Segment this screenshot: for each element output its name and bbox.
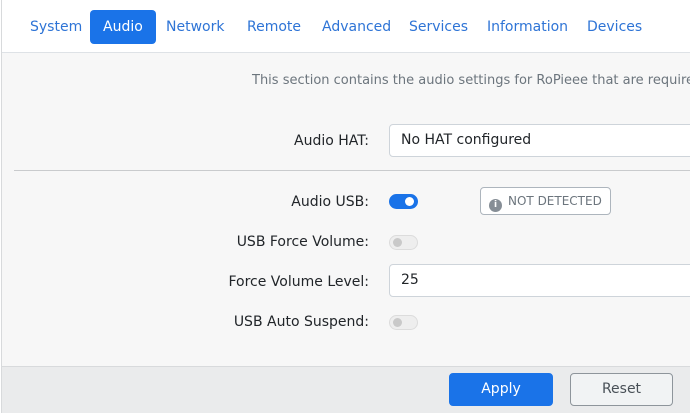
tab-remote[interactable]: Remote [234,10,314,44]
tab-advanced[interactable]: Advanced [309,10,404,44]
tab-system[interactable]: System [17,10,95,44]
toggle-knob [393,238,402,247]
audio-hat-select[interactable]: No HAT configured [389,124,690,157]
usb-force-volume-label: USB Force Volume: [236,234,369,250]
usb-auto-suspend-toggle[interactable] [389,315,418,330]
apply-button[interactable]: Apply [449,373,553,406]
force-volume-level-label: Force Volume Level: [228,274,369,290]
audio-hat-label: Audio HAT: [294,133,369,149]
audio-usb-label: Audio USB: [291,194,369,210]
usb-status-badge: i NOT DETECTED [480,187,611,215]
usb-auto-suspend-label: USB Auto Suspend: [233,314,369,330]
audio-usb-toggle[interactable] [389,194,418,209]
reset-button[interactable]: Reset [570,373,673,406]
tab-services[interactable]: Services [396,10,481,44]
tab-information[interactable]: Information [474,10,581,44]
tab-network[interactable]: Network [153,10,237,44]
section-description: This section contains the audio settings… [252,73,690,88]
section-divider [14,170,690,171]
settings-tabs: System Audio Network Remote Advanced Ser… [2,0,690,53]
force-volume-level-input[interactable]: 25 [389,264,690,297]
usb-force-volume-toggle[interactable] [389,235,418,250]
toggle-knob [405,197,414,206]
info-circle-icon: i [489,199,502,212]
tab-devices[interactable]: Devices [574,10,655,44]
tab-audio[interactable]: Audio [90,10,156,44]
usb-status-text: NOT DETECTED [508,194,602,208]
audio-settings-content: This section contains the audio settings… [2,53,690,366]
form-footer: Apply Reset [2,366,690,413]
toggle-knob [393,318,402,327]
settings-panel: System Audio Network Remote Advanced Ser… [1,0,690,413]
